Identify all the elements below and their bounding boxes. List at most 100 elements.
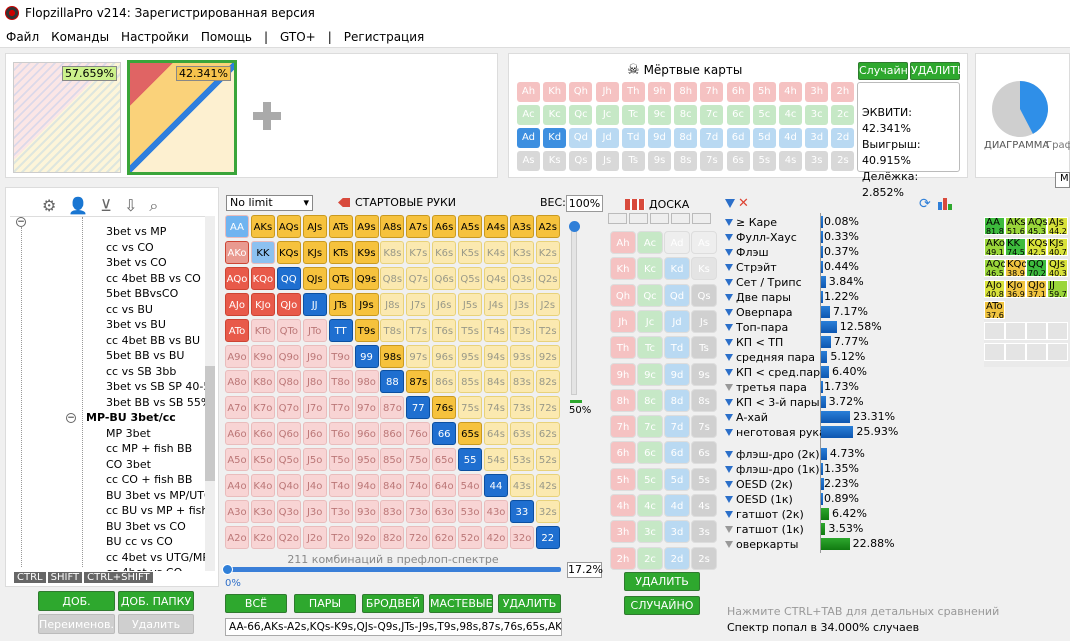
hand-cell-Q2o[interactable]: Q2o — [276, 525, 301, 549]
hand-cell-72s[interactable]: 72s — [535, 396, 560, 420]
filter-icon[interactable] — [725, 451, 733, 458]
dead-card-9s[interactable]: 9s — [648, 151, 671, 171]
hand-cell-A6o[interactable]: A6o — [225, 422, 249, 446]
hand-cell-K6s[interactable]: K6s — [432, 240, 457, 264]
menu-item-0[interactable]: Файл — [0, 30, 45, 44]
board-card-Qc[interactable]: Qc — [637, 283, 663, 307]
board-card-Ks[interactable]: Ks — [691, 257, 717, 281]
hand-cell-54s[interactable]: 54s — [484, 448, 508, 472]
filter-icon[interactable] — [725, 234, 733, 241]
hand-cell-T2o[interactable]: T2o — [328, 525, 353, 549]
hand-cell-J8o[interactable]: J8o — [302, 370, 327, 394]
dead-card-4h[interactable]: 4h — [779, 82, 802, 102]
hand-cell-76o[interactable]: 76o — [406, 422, 431, 446]
hand-cell-Q9o[interactable]: Q9o — [276, 344, 301, 368]
hand-cell-Q8s[interactable]: Q8s — [380, 266, 405, 290]
hand-cell-94o[interactable]: 94o — [354, 474, 379, 497]
hand-cell-Q3s[interactable]: Q3s — [509, 266, 534, 290]
hand-cell-65o[interactable]: 65o — [432, 448, 457, 472]
hand-cell-AJo[interactable]: AJo — [225, 292, 249, 316]
hit-row[interactable]: КП < сред.пары — [725, 365, 828, 380]
tree-range-item[interactable]: cc vs SB 3bb — [106, 365, 176, 378]
range-player1[interactable]: 57.659% — [13, 62, 121, 173]
hand-cell-87o[interactable]: 87o — [380, 396, 405, 420]
hand-cell-92s[interactable]: 92s — [535, 344, 560, 368]
add-folder-button[interactable]: ДОБ. ПАПКУ — [118, 591, 194, 611]
board-card-9h[interactable]: 9h — [610, 362, 636, 386]
board-card-Ad[interactable]: Ad — [664, 231, 690, 254]
board-card-7d[interactable]: 7d — [664, 415, 690, 439]
board-card-Kd[interactable]: Kd — [664, 257, 690, 281]
dead-card-5h[interactable]: 5h — [752, 82, 776, 102]
rename-button[interactable]: Переименов. — [38, 614, 115, 634]
hand-cell-T3o[interactable]: T3o — [328, 499, 353, 523]
board-card-4d[interactable]: 4d — [664, 494, 690, 517]
hand-cell-TT[interactable]: TT — [328, 318, 353, 342]
dead-card-6c[interactable]: 6c — [726, 105, 750, 125]
hand-cell-ATs[interactable]: ATs — [328, 215, 353, 238]
board-card-Th[interactable]: Th — [610, 336, 636, 360]
suited-button[interactable]: МАСТЕВЫЕ — [429, 594, 493, 613]
hit-row[interactable]: флэш-дро (2к) — [725, 447, 828, 462]
hand-cell-32o[interactable]: 32o — [509, 525, 534, 549]
board-card-Kc[interactable]: Kc — [637, 257, 663, 281]
hand-cell-84s[interactable]: 84s — [484, 370, 508, 394]
right-grid-cell[interactable]: KK 74.5 — [1005, 238, 1026, 257]
hand-cell-64o[interactable]: 64o — [432, 474, 457, 497]
hit-row[interactable]: гатшот (1к) — [725, 522, 828, 537]
hand-cell-52s[interactable]: 52s — [535, 448, 560, 472]
right-grid-cell[interactable]: QJs 40.3 — [1047, 259, 1068, 278]
dead-card-9c[interactable]: 9c — [648, 105, 671, 125]
hand-cell-K9s[interactable]: K9s — [354, 240, 379, 264]
hand-cell-Q6s[interactable]: Q6s — [432, 266, 457, 290]
filter-icon[interactable] — [725, 199, 735, 208]
hand-cell-85s[interactable]: 85s — [458, 370, 483, 394]
hand-cell-Q5o[interactable]: Q5o — [276, 448, 301, 472]
hand-cell-J2s[interactable]: J2s — [535, 292, 560, 316]
dead-card-Ts[interactable]: Ts — [621, 151, 645, 171]
hand-cell-J8s[interactable]: J8s — [380, 292, 405, 316]
hand-cell-Q9s[interactable]: Q9s — [354, 266, 379, 290]
filter-icon[interactable] — [725, 249, 733, 256]
range-percent-input[interactable]: 17.2% — [567, 562, 603, 578]
board-card-Jd[interactable]: Jd — [664, 309, 690, 333]
tree-range-item[interactable]: 5bet BB vs BU — [106, 349, 184, 362]
dead-card-3d[interactable]: 3d — [805, 128, 829, 148]
hand-cell-T8o[interactable]: T8o — [328, 370, 353, 394]
hand-cell-55[interactable]: 55 — [458, 448, 483, 472]
hand-cell-J3o[interactable]: J3o — [302, 499, 327, 523]
right-grid-cell[interactable]: AA 81.8 — [984, 217, 1005, 236]
board-card-Kh[interactable]: Kh — [610, 257, 636, 281]
add-range-button[interactable]: ДОБ. СПЕКТР — [38, 591, 115, 628]
dead-card-5s[interactable]: 5s — [752, 151, 776, 171]
weight-input[interactable]: 100% — [566, 195, 603, 212]
filter-icon[interactable] — [725, 511, 733, 518]
board-card-4c[interactable]: 4c — [637, 494, 663, 517]
hit-row[interactable]: неготовая рука — [725, 425, 828, 440]
clear-matrix-button[interactable]: УДАЛИТЬ — [498, 594, 561, 613]
dead-card-Ad[interactable]: Ad — [517, 128, 540, 148]
hand-cell-Q4s[interactable]: Q4s — [484, 266, 508, 290]
dead-card-9h[interactable]: 9h — [648, 82, 671, 102]
hand-cell-75o[interactable]: 75o — [406, 448, 431, 472]
equity-pie-chart[interactable] — [990, 79, 1050, 139]
bar-chart-icon[interactable] — [938, 196, 952, 210]
dead-card-4c[interactable]: 4c — [779, 105, 802, 125]
hand-cell-J2o[interactable]: J2o — [302, 525, 327, 549]
hand-cell-88[interactable]: 88 — [380, 370, 405, 394]
hand-cell-J4o[interactable]: J4o — [302, 474, 327, 497]
board-card-9c[interactable]: 9c — [637, 362, 663, 386]
board-card-Jh[interactable]: Jh — [610, 309, 636, 333]
board-card-8c[interactable]: 8c — [637, 388, 663, 412]
hand-cell-JTo[interactable]: JTo — [302, 318, 327, 342]
hand-cell-86o[interactable]: 86o — [380, 422, 405, 446]
hand-cell-KTs[interactable]: KTs — [328, 240, 353, 264]
dead-card-Jh[interactable]: Jh — [595, 82, 619, 102]
menu-item-1[interactable]: Команды — [45, 30, 115, 44]
menu-item-2[interactable]: Настройки — [115, 30, 195, 44]
right-tab[interactable]: M — [1055, 172, 1070, 188]
hit-row[interactable]: КП < ТП — [725, 335, 828, 350]
hand-cell-62s[interactable]: 62s — [535, 422, 560, 446]
dead-card-3s[interactable]: 3s — [805, 151, 829, 171]
hit-row[interactable]: Стрэйт — [725, 260, 828, 275]
